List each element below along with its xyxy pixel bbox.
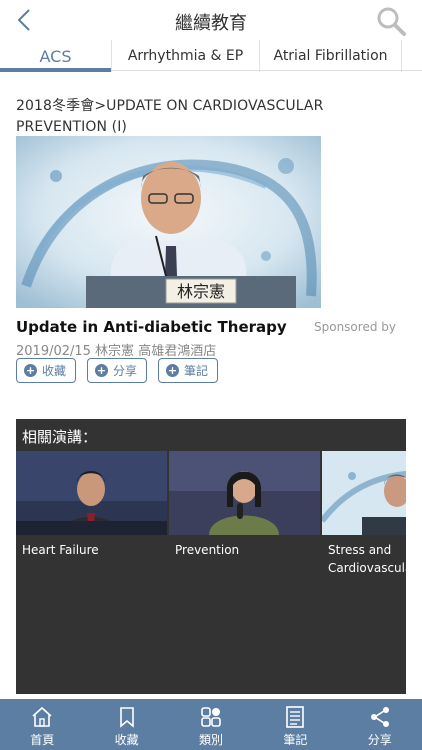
related-talk-card[interactable]: Stress and Cardiovascula [322,451,406,577]
plus-icon: + [95,364,109,377]
nav-share-label: 分享 [367,733,392,747]
tab-acs[interactable]: ACS [0,40,111,72]
share-button[interactable]: + 分享 [87,358,148,383]
talk-title: Update in Anti-diabetic Therapy [16,318,287,336]
notes-label: 筆記 [184,364,209,378]
bookmark-icon [119,707,134,728]
related-talk-title: Prevention [175,543,240,557]
action-buttons: + 收藏 + 分享 + 筆記 [16,358,219,383]
share-icon [370,707,389,727]
plus-icon: + [24,364,37,377]
related-talks-title: 相關演講： [22,428,98,446]
nav-categories[interactable]: 類別 [169,699,253,750]
bottom-navigation: 首頁 收藏 類別 筆記 分享 [0,699,422,750]
related-talk-title: Stress and Cardiovascula [328,543,406,575]
related-talk-thumbnail[interactable] [16,451,167,535]
nav-notes-label: 筆記 [283,733,308,747]
related-talk-thumbnail[interactable] [169,451,320,535]
nav-favorites[interactable]: 收藏 [84,699,168,750]
nav-favorites-label: 收藏 [114,733,139,747]
video-series-title: 2018冬季會>UPDATE ON CARDIOVASCULAR PREVENT… [16,98,324,135]
related-talk-card[interactable]: Heart Failure [16,451,167,577]
nav-categories-label: 類別 [198,733,223,747]
sponsored-label: Sponsored by [314,320,396,334]
tab-atrial-fibrillation[interactable]: Atrial Fibrillation [259,40,402,72]
nav-home-label: 首頁 [30,733,55,747]
tabs-divider [111,70,422,71]
speaker-nameplate: 林宗憲 [177,282,225,301]
nav-share[interactable]: 分享 [338,699,422,750]
nav-notes[interactable]: 筆記 [253,699,337,750]
nav-home[interactable]: 首頁 [0,699,84,750]
category-icon [201,707,221,727]
video-thumbnail[interactable]: 林宗憲 [16,136,321,308]
talk-meta: 2019/02/15 林宗憲 高雄君鴻酒店 [16,344,217,359]
notes-icon [286,706,305,728]
home-icon [32,706,52,727]
share-label: 分享 [113,364,138,378]
search-icon[interactable] [376,6,406,36]
related-talk-thumbnail[interactable] [322,451,406,535]
category-tabs: ACS Arrhythmia & EP Atrial Fibrillation [0,40,422,72]
header-bar: 繼續教育 [0,0,422,40]
related-talks-panel: 相關演講： Heart Failure Prevention Stress an… [16,419,406,694]
related-talk-title: Heart Failure [22,543,99,557]
page-title: 繼續教育 [175,13,247,34]
notes-button[interactable]: + 筆記 [158,358,219,383]
related-talk-card[interactable]: Prevention [169,451,320,577]
favorite-button[interactable]: + 收藏 [16,358,77,383]
favorite-label: 收藏 [42,364,67,378]
plus-icon: + [166,364,180,377]
tab-arrhythmia-ep[interactable]: Arrhythmia & EP [111,40,259,72]
